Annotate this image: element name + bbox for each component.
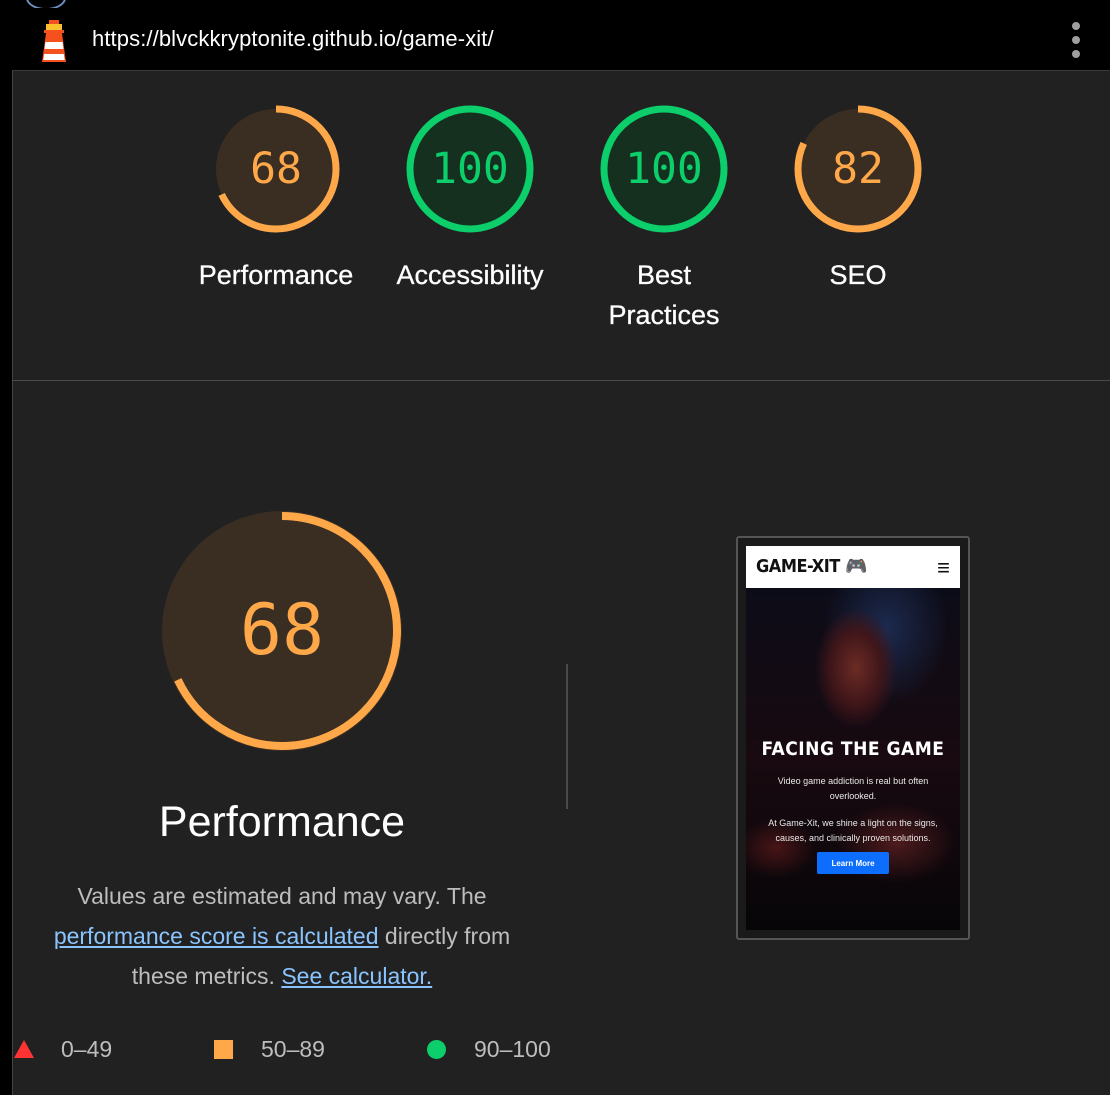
gauge-performance[interactable]: 68 Performance — [186, 103, 366, 295]
pass-circle-icon — [427, 1040, 446, 1059]
desc-text-1: Values are estimated and may vary. The — [77, 883, 487, 909]
gauge-label-performance: Performance — [198, 260, 354, 290]
performance-title: Performance — [158, 798, 406, 846]
gauge-ring-performance: 68 — [212, 105, 340, 233]
gauge-score-performance: 68 — [250, 144, 302, 194]
gauge-seo[interactable]: 82 SEO — [768, 103, 948, 295]
performance-gauge-large: 68 — [162, 511, 402, 751]
score-calculated-link[interactable]: performance score is calculated — [54, 923, 379, 949]
hamburger-icon: ≡ — [937, 555, 950, 580]
performance-description: Values are estimated and may vary. The p… — [40, 876, 524, 996]
report-url: https://blvckkryptonite.github.io/game-x… — [92, 26, 494, 51]
fail-triangle-icon — [14, 1040, 34, 1058]
screenshot-learn-more-button: Learn More — [817, 852, 889, 874]
screenshot-header: GAME-XIT 🎮 ≡ — [746, 546, 960, 588]
gauge-label-seo: SEO — [829, 260, 887, 290]
score-legend: 0–49 50–89 90–100 — [12, 1030, 1110, 1070]
gauge-accessibility[interactable]: 100 Accessibility — [380, 103, 560, 295]
screenshot-hero: FACING THE GAME Video game addiction is … — [746, 588, 960, 930]
lighthouse-icon — [42, 20, 66, 62]
gauge-ring-seo: 82 — [794, 105, 922, 233]
gauge-best-practices[interactable]: 100 Best Practices — [574, 103, 754, 335]
screenshot-text-2: At Game-Xit, we shine a light on the sig… — [768, 818, 938, 843]
vertical-dots-icon[interactable] — [1070, 22, 1082, 58]
gauge-score-seo: 82 — [832, 144, 884, 194]
gauge-ring-best-practices: 100 — [600, 105, 728, 233]
legend-range-average: 50–89 — [261, 1036, 325, 1062]
gauge-label-accessibility: Accessibility — [396, 260, 544, 290]
page-screenshot-thumbnail[interactable]: GAME-XIT 🎮 ≡ FACING THE GAME Video game … — [736, 536, 970, 940]
screenshot-heading: FACING THE GAME — [761, 738, 945, 760]
gauge-ring-accessibility: 100 — [406, 105, 534, 233]
gauge-score-best-practices: 100 — [625, 144, 703, 194]
legend-range-fail: 0–49 — [61, 1036, 113, 1062]
performance-score-large: 68 — [240, 589, 324, 671]
screenshot-brand: GAME-XIT 🎮 — [756, 556, 867, 577]
score-gauges: 68 Performance 100 Accessibility 100 Bes… — [12, 71, 1110, 381]
gauge-label-best-practices: Best Practices — [608, 260, 720, 330]
average-square-icon — [214, 1040, 233, 1059]
legend-range-pass: 90–100 — [474, 1036, 551, 1062]
see-calculator-link[interactable]: See calculator. — [281, 963, 432, 989]
screenshot-text-1: Video game addiction is real but often o… — [777, 776, 929, 801]
report-topbar: https://blvckkryptonite.github.io/game-x… — [12, 8, 1110, 71]
section-divider — [566, 664, 568, 809]
gauge-score-accessibility: 100 — [431, 144, 509, 194]
